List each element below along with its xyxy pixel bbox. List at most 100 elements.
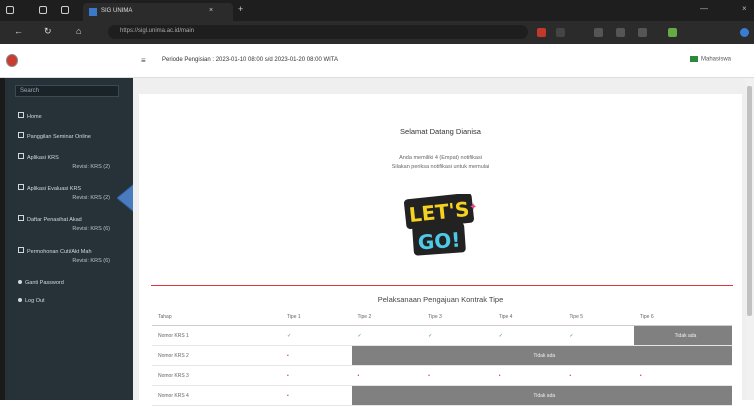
minimize-icon[interactable]: —: [700, 4, 708, 13]
row-label: Nomor KRS 4: [152, 385, 281, 406]
app-header: ≡ Periode Pengisian : 2023-01-10 08:00 s…: [0, 44, 754, 78]
sidebar-item-label: Aplikasi KRS: [27, 155, 59, 161]
table-cell: ✓: [422, 325, 493, 346]
status-cell: Tidak ada: [633, 325, 732, 346]
table-row: Nomor KRS 2 • Tidak ada: [152, 345, 732, 366]
welcome-description: Anda memiliki 4 (Empat) notifikasi Silak…: [139, 154, 742, 172]
sidebar-item-label: Permohonan Cuti/Akt Mah: [27, 249, 92, 255]
user-name: Mahasiswa: [701, 56, 732, 63]
tab-close-icon[interactable]: ×: [209, 7, 213, 14]
sidebar-item-panggilan[interactable]: Panggilan Seminar Online: [18, 132, 128, 140]
table-header-row: Tahap Tipe 1 Tipe 2 Tipe 3 Tipe 4 Tipe 5…: [152, 309, 732, 326]
sidebar-item-label: Home: [27, 114, 42, 120]
table-row: Nomor KRS 3 • • • • • •: [152, 365, 732, 386]
column-header: Tipe 4: [492, 309, 564, 326]
extension-icon[interactable]: [537, 28, 546, 37]
dashboard-card: Selamat Datang Dianisa Anda memiliki 4 (…: [139, 94, 742, 406]
back-icon[interactable]: ←: [14, 26, 23, 36]
account-icon[interactable]: [668, 28, 677, 37]
home-icon: [18, 112, 24, 118]
period-info: Periode Pengisian : 2023-01-10 08:00 s/d…: [162, 57, 339, 63]
refresh-icon[interactable]: ↻: [44, 26, 52, 37]
column-header: Tipe 5: [563, 309, 634, 326]
desc-line: Silakan periksa notifikasi untuk memulai: [391, 164, 490, 170]
new-tab-button[interactable]: +: [238, 4, 243, 14]
sidebar-item-permohonan[interactable]: Permohonan Cuti/Akt Mah Revisi: KRS (6): [18, 247, 128, 264]
menu-toggle-icon[interactable]: ≡: [141, 56, 146, 65]
table-cell: ✓: [351, 325, 423, 346]
row-label: Nomor KRS 1: [152, 325, 281, 346]
table-cell: •: [280, 345, 352, 366]
sidebar-item-aplikasi-krs[interactable]: Aplikasi KRS Revisi: KRS (2): [18, 153, 128, 170]
sidebar-item-sub: Revisi: KRS (6): [72, 258, 110, 264]
table-cell: •: [492, 365, 564, 386]
table-cell: •: [351, 365, 423, 386]
section-title: Pelaksanaan Pengajuan Kontrak Tipe: [377, 295, 504, 304]
site-favicon-icon: [89, 8, 97, 16]
collections-icon[interactable]: [616, 28, 625, 37]
welcome-title: Selamat Datang Dianisa: [400, 127, 481, 136]
sidebar-item-label: Log Out: [25, 298, 45, 304]
extensions-icon[interactable]: [638, 28, 647, 37]
table-cell: •: [280, 385, 352, 406]
browser-tab[interactable]: SIG UNIMA ×: [83, 3, 233, 21]
table-cell: •: [563, 365, 634, 386]
table-cell: ✓: [492, 325, 564, 346]
avatar: [690, 56, 698, 62]
status-cell: Tidak ada: [351, 385, 732, 406]
window-close-icon[interactable]: ×: [742, 4, 747, 13]
table-cell: •: [280, 365, 352, 386]
profile-icon[interactable]: [6, 6, 14, 14]
key-icon: [18, 280, 22, 284]
table-row: Nomor KRS 4 • Tidak ada: [152, 385, 732, 406]
lets-go-text-2: GO!: [417, 228, 461, 255]
column-header: Tipe 2: [351, 309, 423, 326]
sidebar-item-ganti-password[interactable]: Ganti Password: [18, 280, 128, 286]
section-divider: [151, 285, 733, 286]
column-header: Tipe 3: [422, 309, 493, 326]
sidebar-item-label: Ganti Password: [25, 280, 64, 286]
sidebar-search-input[interactable]: Search: [15, 85, 119, 97]
logout-icon: [18, 298, 22, 302]
url-text: https://sigl.unima.ac.id/main: [120, 28, 195, 34]
lets-go-logo: LET'S GO! ✦: [404, 194, 477, 256]
sparkle-icon: ✦: [469, 202, 477, 213]
column-header: Tipe 6: [633, 309, 732, 326]
list-icon: [18, 132, 24, 138]
desc-line: Anda memiliki 4 (Empat) notifikasi: [399, 155, 482, 161]
tab-actions-icon[interactable]: [61, 6, 69, 14]
row-label: Nomor KRS 3: [152, 365, 281, 386]
sidebar-item-label: Panggilan Seminar Online: [27, 134, 91, 140]
sidebar-item-penasihat[interactable]: Daftar Penasihat Akad Revisi: KRS (6): [18, 215, 128, 232]
sidebar-item-evaluasi-krs[interactable]: Aplikasi Evaluasi KRS Revisi: KRS (2): [18, 184, 128, 201]
list-icon: [18, 184, 24, 190]
main-content: Selamat Datang Dianisa Anda memiliki 4 (…: [133, 78, 754, 406]
scrollbar-thumb[interactable]: [747, 86, 752, 316]
list-icon: [18, 153, 24, 159]
sidebar-item-label: Daftar Penasihat Akad: [27, 217, 82, 223]
edge-copilot-icon[interactable]: [740, 28, 749, 37]
home-icon[interactable]: ⌂: [76, 26, 81, 36]
row-label: Nomor KRS 2: [152, 345, 281, 366]
column-header: Tipe 1: [280, 309, 352, 326]
user-menu[interactable]: Mahasiswa: [690, 56, 731, 63]
sidebar-item-label: Aplikasi Evaluasi KRS: [27, 186, 82, 192]
table-cell: ✓: [563, 325, 634, 346]
list-icon: [18, 247, 24, 253]
browser-tab-bar: SIG UNIMA × + — ×: [0, 0, 754, 21]
tab-title: SIG UNIMA: [101, 8, 133, 14]
status-cell: Tidak ada: [351, 345, 732, 366]
url-field[interactable]: https://sigl.unima.ac.id/main: [108, 25, 528, 39]
workspaces-icon[interactable]: [39, 6, 47, 14]
extension-icon[interactable]: [556, 28, 565, 37]
table-cell: •: [633, 365, 732, 386]
sidebar-item-sub: Revisi: KRS (2): [72, 195, 110, 201]
list-icon: [18, 215, 24, 221]
sidebar-item-home[interactable]: Home: [18, 112, 128, 120]
table-row: Nomor KRS 1 ✓ ✓ ✓ ✓ ✓ Tidak ada: [152, 325, 732, 346]
column-header: Tahap: [152, 309, 281, 326]
scrollbar[interactable]: [746, 78, 754, 400]
browser-address-bar: ← ↻ ⌂ https://sigl.unima.ac.id/main: [0, 21, 754, 44]
sidebar-item-logout[interactable]: Log Out: [18, 298, 128, 304]
favorites-icon[interactable]: [594, 28, 603, 37]
